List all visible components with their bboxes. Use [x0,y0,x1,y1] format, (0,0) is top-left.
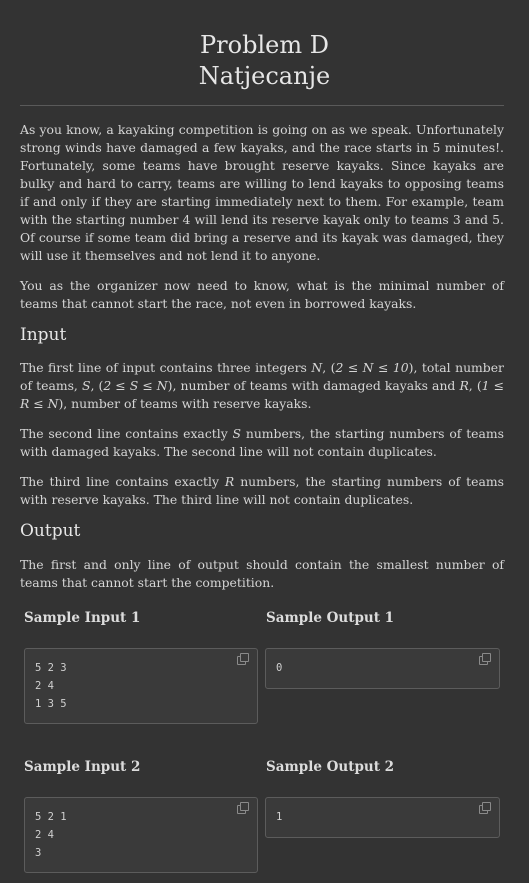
sample-input-2-line: 5 2 1 [35,811,67,823]
copy-icon[interactable] [237,802,249,814]
sample-output-2-label: Sample Output 2 [266,759,395,775]
sample-input-1-label: Sample Input 1 [24,610,141,626]
sample-output-1-line: 0 [276,662,283,674]
copy-icon[interactable] [237,653,249,665]
copy-icon[interactable] [479,802,491,814]
statement-paragraph-1: As you know, a kayaking competition is g… [20,122,504,263]
sample-input-1-line: 5 2 3 [35,662,67,674]
sample-output-2-line: 1 [276,811,283,823]
copy-icon[interactable] [479,653,491,665]
sample-input-2-label: Sample Input 2 [24,759,141,775]
sample-input-2-line: 3 [35,847,42,860]
output-heading: Output [20,521,81,541]
input-paragraph-1: The first line of input contains three i… [20,360,505,411]
sample-input-1-line: 2 4 [35,680,54,693]
sample-output-1-label: Sample Output 1 [266,610,395,626]
sample-output-1-box[interactable]: 0 [265,648,500,689]
problem-id: Problem D [200,31,329,59]
problem-page: Problem D Natjecanje As you know, a kaya… [0,0,529,883]
title-divider [20,105,504,106]
sample-input-2-line: 2 4 [35,829,54,842]
page-title: Problem D Natjecanje [0,30,529,92]
input-paragraph-3: The third line contains exactly R number… [20,474,504,507]
sample-output-2-box[interactable]: 1 [265,797,500,838]
sample-input-1-line: 1 3 5 [35,698,67,711]
problem-name: Natjecanje [198,62,331,90]
output-paragraph: The first and only line of output should… [20,557,504,590]
input-heading: Input [20,325,67,345]
input-paragraph-2: The second line contains exactly S numbe… [20,426,505,459]
sample-input-1-box[interactable]: 5 2 3 2 4 1 3 5 [24,648,258,724]
sample-input-2-box[interactable]: 5 2 1 2 4 3 [24,797,258,873]
statement-paragraph-2: You as the organizer now need to know, w… [20,278,504,311]
